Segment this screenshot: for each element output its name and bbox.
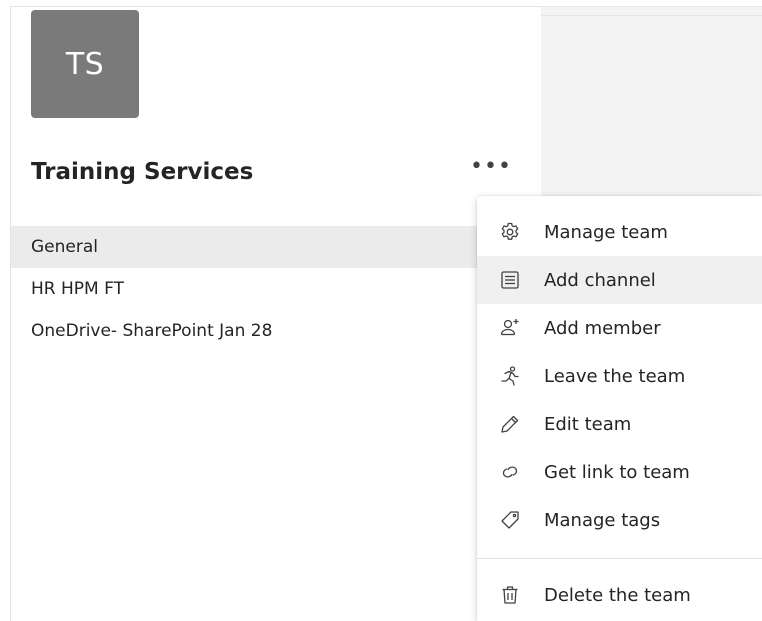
menu-item-label: Manage tags <box>544 509 661 531</box>
menu-item-get-link[interactable]: Get link to team <box>477 448 762 496</box>
menu-item-label: Edit team <box>544 413 632 435</box>
tag-icon <box>499 509 521 531</box>
channel-item-onedrive-sharepoint[interactable]: OneDrive- SharePoint Jan 28 <box>11 310 542 352</box>
channel-item-hr-hpm-ft[interactable]: HR HPM FT <box>11 268 542 310</box>
menu-item-manage-team[interactable]: Manage team <box>477 208 762 256</box>
more-options-button[interactable]: ••• <box>470 152 511 180</box>
menu-item-leave-team[interactable]: Leave the team <box>477 352 762 400</box>
pencil-icon <box>499 413 521 435</box>
channel-label: OneDrive- SharePoint Jan 28 <box>31 321 273 341</box>
team-initials: TS <box>65 46 105 82</box>
team-avatar[interactable]: TS <box>31 10 139 118</box>
channel-item-general[interactable]: General <box>11 226 542 268</box>
menu-item-add-member[interactable]: Add member <box>477 304 762 352</box>
menu-item-label: Manage team <box>544 221 668 243</box>
menu-item-label: Leave the team <box>544 365 686 387</box>
ellipsis-icon: ••• <box>470 153 512 179</box>
team-name: Training Services <box>31 159 254 185</box>
menu-item-delete-team[interactable]: Delete the team <box>477 571 762 619</box>
menu-divider <box>477 558 762 559</box>
channel-list-icon <box>499 269 521 291</box>
main-topbar <box>541 7 762 16</box>
add-person-icon <box>499 317 521 339</box>
menu-item-edit-team[interactable]: Edit team <box>477 400 762 448</box>
channel-label: General <box>31 237 98 257</box>
menu-item-add-channel[interactable]: Add channel <box>477 256 762 304</box>
menu-item-label: Add member <box>544 317 661 339</box>
running-person-icon <box>499 365 521 387</box>
gear-icon <box>499 221 521 243</box>
menu-item-manage-tags[interactable]: Manage tags <box>477 496 762 544</box>
menu-item-label: Get link to team <box>544 461 690 483</box>
team-sidebar: TS Training Services General HR HPM FT O… <box>10 6 542 621</box>
trash-icon <box>499 584 521 606</box>
menu-item-label: Delete the team <box>544 584 691 606</box>
channel-list: General HR HPM FT OneDrive- SharePoint J… <box>11 226 542 352</box>
link-icon <box>499 461 521 483</box>
channel-label: HR HPM FT <box>31 279 124 299</box>
team-context-menu: Manage team Add channel Add member Leave… <box>477 196 762 621</box>
menu-item-label: Add channel <box>544 269 656 291</box>
